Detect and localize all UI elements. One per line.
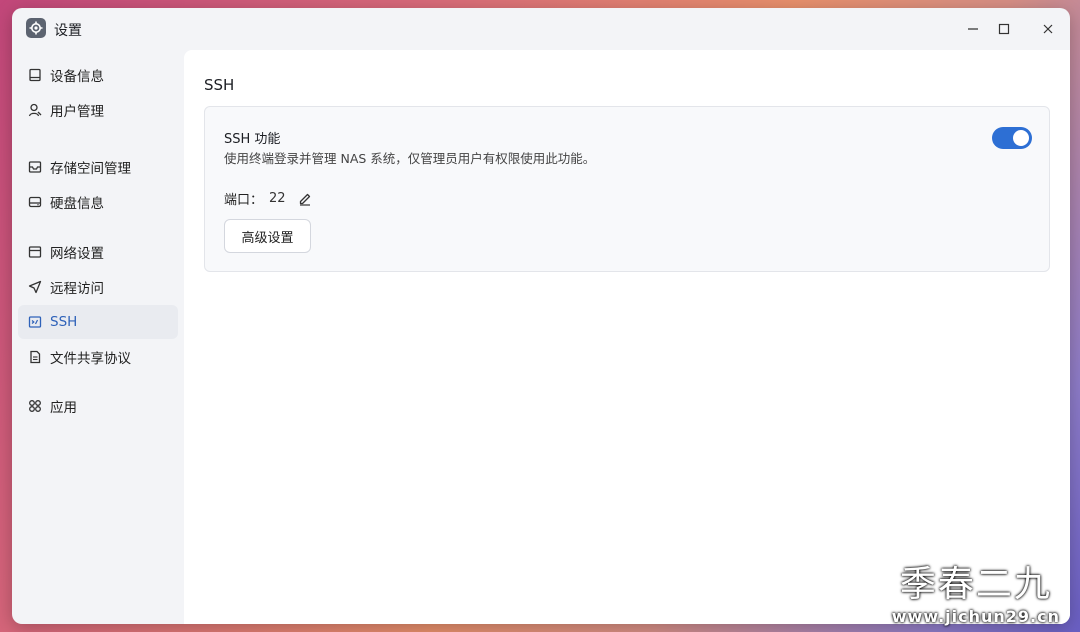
watermark-title: 季春二九 xyxy=(899,564,1052,605)
close-button[interactable] xyxy=(1037,18,1059,40)
feature-title: SSH 功能 xyxy=(224,132,281,147)
sidebar-item-label: 远程访问 xyxy=(50,281,104,297)
settings-window: 设置 设备信息 用户管理 存储空间管理 硬盘信息 网络设置 远程访问 SSH 文… xyxy=(12,8,1070,624)
sidebar-item-label: SSH xyxy=(50,314,78,330)
gear-icon xyxy=(26,18,46,38)
port-row: 端口： 22 xyxy=(224,189,314,208)
title-bar: 设置 xyxy=(12,8,1070,50)
sidebar-item-storage[interactable]: 存储空间管理 xyxy=(18,150,178,184)
sidebar-item-label: 用户管理 xyxy=(50,104,104,120)
sidebar-item-device-info[interactable]: 设备信息 xyxy=(18,58,178,92)
sidebar-item-ssh[interactable]: SSH xyxy=(18,305,178,339)
advanced-settings-button[interactable]: 高级设置 xyxy=(224,219,311,253)
port-value: 22 xyxy=(269,191,286,206)
disk-icon xyxy=(28,194,50,210)
sidebar-item-label: 硬盘信息 xyxy=(50,196,104,212)
terminal-icon xyxy=(28,314,50,330)
sidebar-item-apps[interactable]: 应用 xyxy=(18,389,178,423)
network-icon xyxy=(28,244,50,260)
watermark: 季春二九 www.jichun29.cn xyxy=(892,555,1060,626)
page-title: SSH xyxy=(204,76,235,94)
sidebar-item-label: 网络设置 xyxy=(50,246,104,262)
sidebar-item-users[interactable]: 用户管理 xyxy=(18,93,178,127)
sidebar-item-label: 应用 xyxy=(50,400,77,416)
ssh-settings-card: SSH 功能 使用终端登录并管理 NAS 系统，仅管理员用户有权限使用此功能。 … xyxy=(204,106,1050,272)
sidebar-item-label: 文件共享协议 xyxy=(50,351,131,367)
ssh-toggle[interactable] xyxy=(992,127,1032,149)
port-label: 端口： xyxy=(224,193,264,208)
user-icon xyxy=(28,102,50,118)
sidebar-item-remote-access[interactable]: 远程访问 xyxy=(18,270,178,304)
edit-icon[interactable] xyxy=(298,191,314,207)
window-title: 设置 xyxy=(54,23,82,39)
apps-icon xyxy=(28,398,50,414)
storage-icon xyxy=(28,159,50,175)
sidebar-item-file-sharing[interactable]: 文件共享协议 xyxy=(18,340,178,374)
device-icon xyxy=(28,67,50,83)
main-content: SSH SSH 功能 使用终端登录并管理 NAS 系统，仅管理员用户有权限使用此… xyxy=(184,50,1070,624)
maximize-button[interactable] xyxy=(993,18,1015,40)
toggle-knob xyxy=(1013,130,1029,146)
sidebar: 设备信息 用户管理 存储空间管理 硬盘信息 网络设置 远程访问 SSH 文件共享… xyxy=(12,50,184,624)
watermark-url: www.jichun29.cn xyxy=(891,607,1060,626)
sidebar-item-label: 设备信息 xyxy=(50,69,104,85)
sidebar-item-label: 存储空间管理 xyxy=(50,161,131,177)
sidebar-item-network[interactable]: 网络设置 xyxy=(18,235,178,269)
document-icon xyxy=(28,349,50,365)
remote-icon xyxy=(28,279,50,295)
minimize-button[interactable] xyxy=(962,18,984,40)
sidebar-item-disk-info[interactable]: 硬盘信息 xyxy=(18,185,178,219)
feature-description: 使用终端登录并管理 NAS 系统，仅管理员用户有权限使用此功能。 xyxy=(224,151,596,166)
